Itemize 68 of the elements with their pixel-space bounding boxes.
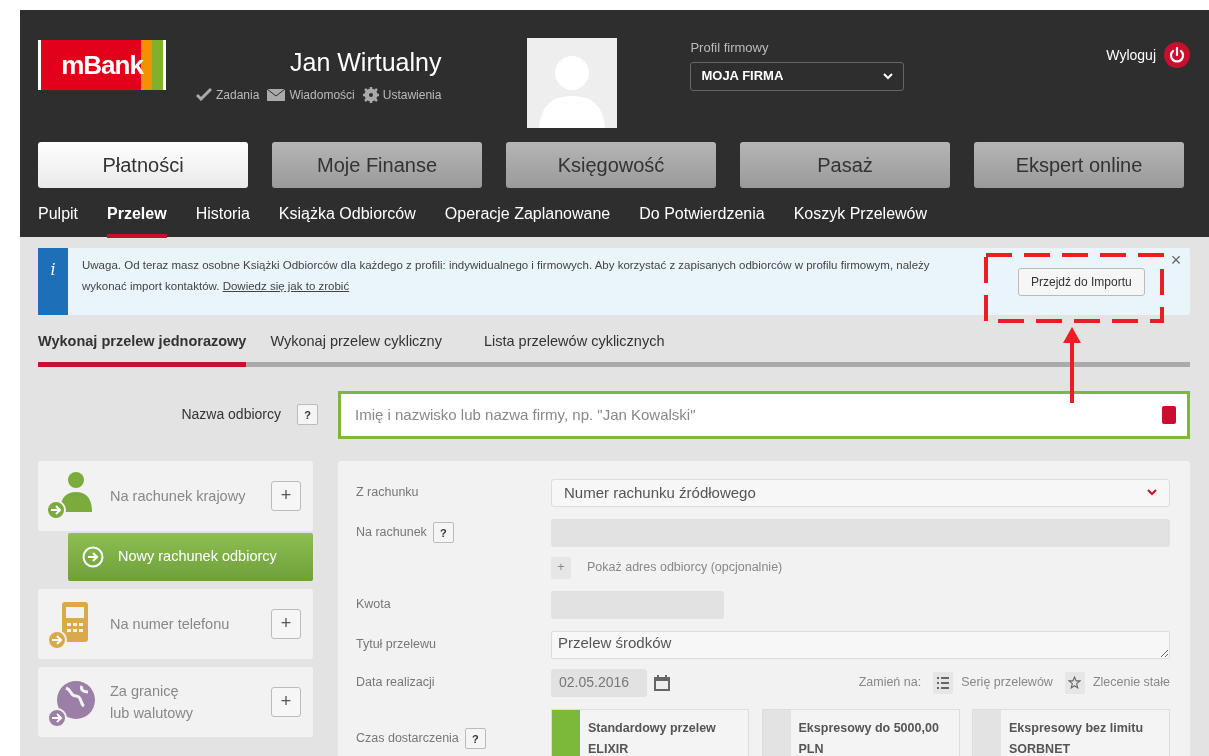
transfer-tab[interactable]: Wykonaj przelew cykliczny [270, 331, 442, 367]
nav-tab[interactable]: Operacje Zaplanowane [444, 202, 611, 238]
nav-link[interactable]: Wiadomości [267, 85, 355, 104]
transfer-type-label: Na rachunek krajowy [110, 486, 247, 506]
info-icon: i [38, 248, 68, 315]
field-label: Data realizacji [356, 674, 435, 692]
power-icon[interactable] [1164, 42, 1190, 68]
account-select[interactable]: Numer rachunku źródłowego [551, 478, 1170, 507]
title-field[interactable]: Przelew środków [551, 630, 1170, 659]
arrow-circle-icon [82, 545, 104, 568]
field-label: Nazwa odbiorcy [181, 405, 281, 425]
import-button[interactable]: Przejdź do Importu [1018, 268, 1145, 296]
convert-label: Zamień na: [858, 674, 922, 692]
transfer-tab[interactable]: Lista przelewów cyklicznych [483, 331, 665, 367]
star-icon [1068, 676, 1082, 690]
main-tab[interactable]: Księgowość [506, 142, 716, 188]
main-tab[interactable]: Pasaż [740, 142, 950, 188]
main-tab[interactable]: Ekspert online [974, 142, 1184, 188]
add-button[interactable]: + [271, 608, 301, 639]
caret-icon [883, 72, 894, 80]
nav-link[interactable]: Ustawienia [362, 85, 442, 104]
help-button[interactable]: ? [464, 728, 486, 750]
main-tab[interactable]: Płatności [38, 142, 248, 188]
profile-label: Profil firmowy [690, 39, 770, 57]
date-field[interactable]: 02.05.2016 [551, 668, 647, 697]
field-label: Kwota [356, 596, 391, 614]
transfer-type-label: Na numer telefonu [110, 614, 231, 634]
field-label: Czas dostarczenia [356, 730, 459, 748]
nav-tab[interactable]: Historia [195, 202, 250, 238]
delivery-option[interactable]: Standardowy przelew ELIXIR [551, 708, 749, 756]
add-button[interactable]: + [271, 686, 301, 717]
alert-text: Uwaga. Od teraz masz osobne Książki Odbiorców dla każdego z profili: indywidualnego i firmowych. Aby korzystać z zapisanych odbiorców w profilu firmowym, należy wykonać import kontaktów. Dowiedz się jak to zrobić [81, 258, 931, 294]
nav-tab[interactable]: Koszyk Przelewów [793, 202, 928, 238]
field-label: Z rachunku [356, 484, 419, 502]
transfer-type-card[interactable]: Na numer telefonu + [38, 588, 313, 659]
calendar-icon[interactable] [653, 673, 671, 692]
settings-icon [362, 86, 379, 103]
transfer-type-card[interactable]: Na rachunek krajowy + [38, 460, 313, 531]
profile-select[interactable]: MOJA FIRMA [690, 61, 905, 91]
nav-link[interactable]: Zadania [196, 85, 260, 104]
logout-link[interactable]: Wyloguj [1106, 44, 1156, 66]
main-tab[interactable]: Moje Finanse [272, 142, 482, 188]
field-label: Na rachunek [356, 524, 427, 542]
transfer-tab[interactable]: Wykonaj przelew jednorazowy [38, 331, 247, 367]
transfer-type-card[interactable]: Za granicę lub walutowy + [38, 666, 313, 737]
nav-tab[interactable]: Pulpit [38, 202, 79, 238]
nav-tab[interactable]: Do Potwierdzenia [639, 202, 765, 238]
envelope-icon [267, 88, 286, 101]
help-button[interactable]: ? [297, 404, 318, 426]
caret-icon [1147, 489, 1157, 497]
option-title: Standardowy przelew ELIXIR [587, 719, 716, 756]
nav-tab[interactable]: Książka Odbiorców [278, 202, 416, 238]
add-button[interactable]: + [271, 480, 301, 511]
option-title: Ekspresowy do 5000,00 PLN [797, 719, 939, 756]
recipient-field[interactable]: Imię i nazwisko lub nazwa firmy, np. "Jan Kowalski" [338, 390, 1190, 439]
list-icon [937, 676, 950, 689]
transfer-type-label: Za granicę lub walutowy [110, 681, 194, 723]
user-name: Jan Wirtualny [289, 47, 442, 78]
nav-tab[interactable]: Przelew [107, 202, 167, 238]
option-title: Ekspresowy bez limitu SORBNET [1008, 719, 1144, 756]
help-button[interactable]: ? [432, 522, 454, 544]
field-label: Tytuł przelewu [356, 636, 436, 654]
close-button[interactable]: × [1164, 250, 1188, 270]
check-icon [196, 88, 212, 101]
plus-icon: + [551, 556, 571, 579]
delivery-option[interactable]: Ekspresowy do 5000,00 PLN [761, 708, 960, 756]
delivery-option[interactable]: Ekspresowy bez limitu SORBNET [972, 708, 1170, 756]
help-link[interactable]: Dowiedz się jak to zrobić [222, 280, 350, 292]
